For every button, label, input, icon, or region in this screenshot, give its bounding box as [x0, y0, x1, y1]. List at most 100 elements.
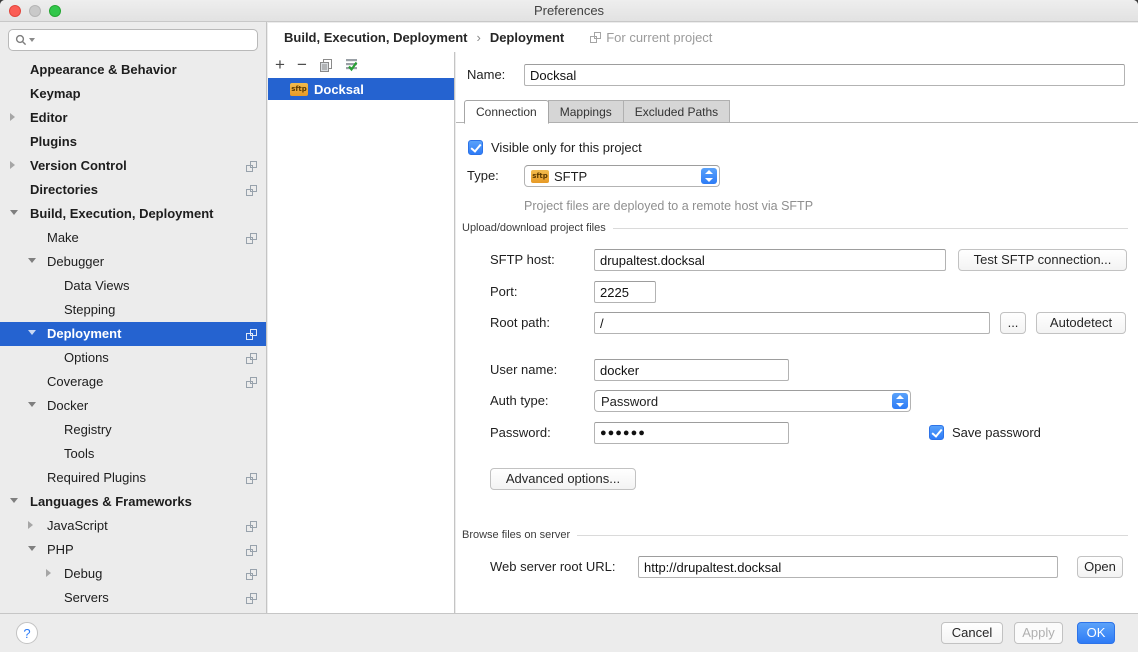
chevron-expanded-icon[interactable]	[10, 210, 18, 215]
root-path-input[interactable]	[594, 312, 990, 334]
sidebar-item-label: Servers	[0, 586, 266, 610]
sidebar-item-php[interactable]: PHP	[0, 538, 266, 562]
sftp-icon: sftp	[531, 170, 549, 183]
sidebar-item-label: Debugger	[0, 250, 266, 274]
per-project-icon	[246, 377, 257, 388]
sidebar-item-tools[interactable]: Tools	[0, 442, 266, 466]
sidebar-item-label: Registry	[0, 418, 266, 442]
sidebar-item-keymap[interactable]: Keymap	[0, 82, 266, 106]
sidebar-item-stepping[interactable]: Stepping	[0, 298, 266, 322]
open-url-button[interactable]: Open	[1077, 556, 1123, 578]
type-hint: Project files are deployed to a remote h…	[524, 198, 813, 214]
sidebar-item-appearance-behavior[interactable]: Appearance & Behavior	[0, 58, 266, 82]
per-project-icon	[246, 161, 257, 172]
apply-button[interactable]: Apply	[1014, 622, 1063, 644]
chevron-expanded-icon[interactable]	[28, 330, 36, 335]
web-server-root-url-input[interactable]	[638, 556, 1058, 578]
sidebar-item-coverage[interactable]: Coverage	[0, 370, 266, 394]
chevron-collapsed-icon[interactable]	[10, 113, 15, 121]
sidebar-item-docker[interactable]: Docker	[0, 394, 266, 418]
dialog-footer: ? Cancel Apply OK	[0, 613, 1138, 652]
sidebar-item-debug[interactable]: Debug	[0, 562, 266, 586]
search-options-caret-icon[interactable]	[29, 38, 35, 42]
web-server-root-url-label: Web server root URL:	[490, 556, 615, 578]
type-select[interactable]: sftp SFTP	[524, 165, 720, 187]
minimize-button[interactable]	[29, 5, 41, 17]
sidebar-item-make[interactable]: Make	[0, 226, 266, 250]
chevron-expanded-icon[interactable]	[28, 546, 36, 551]
sidebar-item-required-plugins[interactable]: Required Plugins	[0, 466, 266, 490]
cancel-button[interactable]: Cancel	[941, 622, 1003, 644]
tabs: ConnectionMappingsExcluded Paths	[464, 99, 1138, 123]
breadcrumb-separator-icon: ›	[467, 30, 489, 45]
remove-server-button[interactable]: −	[297, 57, 307, 73]
per-project-icon	[246, 185, 257, 196]
sidebar-item-label: Options	[0, 346, 266, 370]
tab-connection[interactable]: Connection	[464, 100, 549, 124]
password-input[interactable]	[594, 422, 789, 444]
select-stepper-icon	[701, 168, 717, 184]
sidebar-item-servers[interactable]: Servers	[0, 586, 266, 610]
sidebar-item-label: Build, Execution, Deployment	[0, 202, 266, 226]
chevron-expanded-icon[interactable]	[28, 402, 36, 407]
visible-only-checkbox[interactable]	[468, 140, 483, 155]
breadcrumb: Build, Execution, Deployment › Deploymen…	[268, 23, 1138, 52]
chevron-collapsed-icon[interactable]	[10, 161, 15, 169]
tab-mappings[interactable]: Mappings	[548, 100, 624, 123]
browse-root-path-button[interactable]: ...	[1000, 312, 1026, 334]
close-button[interactable]	[9, 5, 21, 17]
duplicate-server-button[interactable]	[319, 58, 333, 72]
sidebar-item-label: Make	[0, 226, 266, 250]
preferences-window: Preferences Appearance & BehaviorKeymapE…	[0, 0, 1138, 652]
help-button[interactable]: ?	[16, 622, 38, 644]
advanced-options-button[interactable]: Advanced options...	[490, 468, 636, 490]
browse-section-title: Browse files on server	[462, 529, 570, 541]
user-name-input[interactable]	[594, 359, 789, 381]
sidebar-item-build-execution-deployment[interactable]: Build, Execution, Deployment	[0, 202, 266, 226]
chevron-expanded-icon[interactable]	[10, 498, 18, 503]
sidebar-item-label: Deployment	[0, 322, 266, 346]
tab-excluded-paths[interactable]: Excluded Paths	[623, 100, 730, 123]
settings-search-box[interactable]	[8, 29, 258, 51]
port-input[interactable]	[594, 281, 656, 303]
tabstrip: ConnectionMappingsExcluded Paths	[456, 99, 1138, 123]
sidebar-item-label: Directories	[0, 178, 266, 202]
chevron-collapsed-icon[interactable]	[46, 569, 51, 577]
ok-button[interactable]: OK	[1077, 622, 1115, 644]
name-input[interactable]	[524, 64, 1125, 86]
chevron-collapsed-icon[interactable]	[28, 521, 33, 529]
sidebar-item-label: Plugins	[0, 130, 266, 154]
per-project-icon	[246, 329, 257, 340]
zoom-button[interactable]	[49, 5, 61, 17]
sidebar-item-plugins[interactable]: Plugins	[0, 130, 266, 154]
type-select-value: SFTP	[554, 169, 587, 184]
sidebar-item-label: Docker	[0, 394, 266, 418]
sidebar-item-data-views[interactable]: Data Views	[0, 274, 266, 298]
breadcrumb-parent[interactable]: Build, Execution, Deployment	[284, 30, 467, 45]
sidebar-item-label: Stepping	[0, 298, 266, 322]
test-sftp-connection-button[interactable]: Test SFTP connection...	[958, 249, 1127, 271]
sidebar-item-editor[interactable]: Editor	[0, 106, 266, 130]
sidebar-item-options[interactable]: Options	[0, 346, 266, 370]
sftp-host-input[interactable]	[594, 249, 946, 271]
sidebar-item-javascript[interactable]: JavaScript	[0, 514, 266, 538]
per-project-icon	[246, 233, 257, 244]
sidebar-item-version-control[interactable]: Version Control	[0, 154, 266, 178]
chevron-expanded-icon[interactable]	[28, 258, 36, 263]
save-password-checkbox[interactable]	[929, 425, 944, 440]
server-item-label: Docksal	[314, 82, 364, 97]
autodetect-button[interactable]: Autodetect	[1036, 312, 1126, 334]
sidebar-item-debugger[interactable]: Debugger	[0, 250, 266, 274]
search-input[interactable]	[39, 33, 251, 47]
add-server-button[interactable]: +	[275, 57, 285, 73]
server-item-docksal[interactable]: sftp Docksal	[268, 78, 454, 100]
sidebar-item-directories[interactable]: Directories	[0, 178, 266, 202]
auth-type-select[interactable]: Password	[594, 390, 911, 412]
sidebar-item-deployment[interactable]: Deployment	[0, 322, 266, 346]
titlebar: Preferences	[0, 0, 1138, 22]
upload-section-header: Upload/download project files	[462, 222, 1128, 234]
deployment-form: Name: ConnectionMappingsExcluded Paths V…	[456, 52, 1138, 613]
sidebar-item-registry[interactable]: Registry	[0, 418, 266, 442]
sidebar-item-languages-frameworks[interactable]: Languages & Frameworks	[0, 490, 266, 514]
use-as-default-button[interactable]	[345, 58, 360, 72]
